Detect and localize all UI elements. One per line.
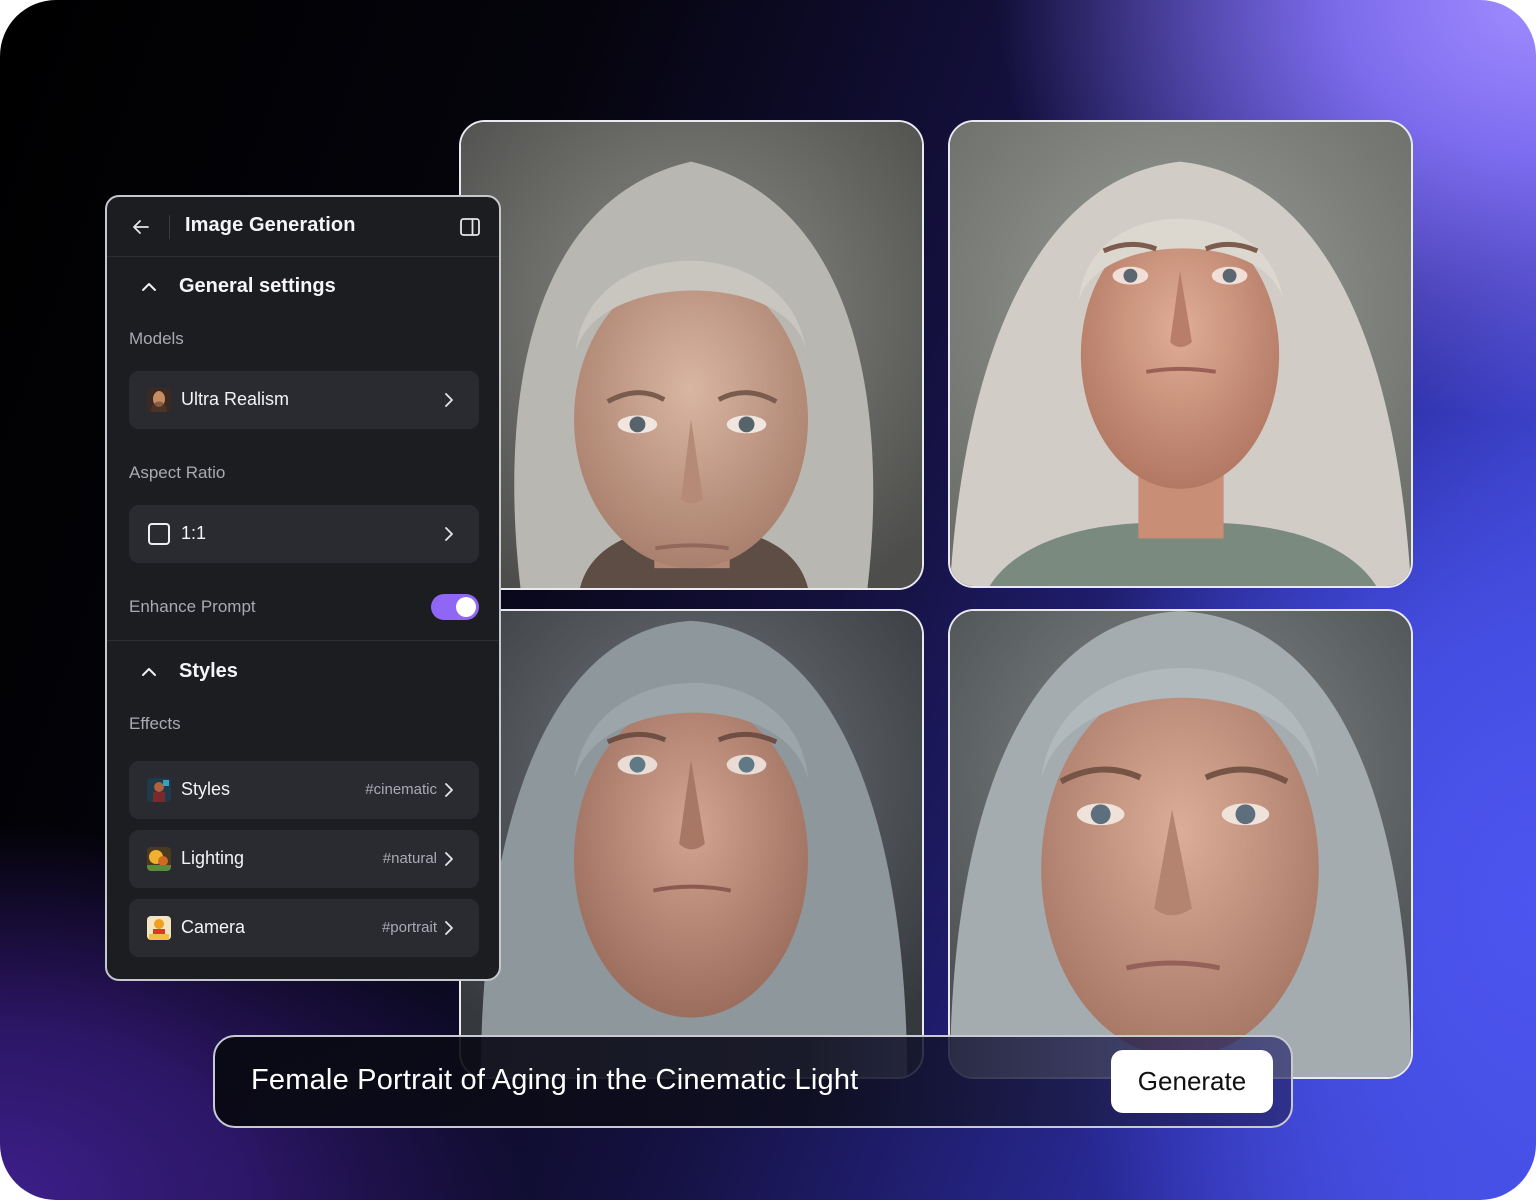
prompt-bar[interactable]: Female Portrait of Aging in the Cinemati… xyxy=(213,1035,1293,1128)
effects-label: Effects xyxy=(129,714,181,733)
models-label: Models xyxy=(129,329,184,348)
chevron-up-icon xyxy=(139,662,159,682)
enhance-prompt-label: Enhance Prompt xyxy=(129,597,256,616)
generated-image-1[interactable] xyxy=(459,120,924,590)
lighting-effect-row[interactable]: Lighting #natural xyxy=(129,830,479,888)
generated-image-3[interactable] xyxy=(459,609,924,1079)
panel-title: Image Generation xyxy=(185,214,356,236)
camera-thumb-icon xyxy=(147,916,171,940)
image-generation-panel: Image Generation General settings Models… xyxy=(105,195,501,981)
panel-header: Image Generation xyxy=(107,197,499,257)
app-canvas: Image Generation General settings Models… xyxy=(0,0,1536,1200)
back-arrow-icon[interactable] xyxy=(129,215,153,239)
chevron-right-icon xyxy=(439,849,459,869)
camera-effect-label: Camera xyxy=(181,917,246,937)
styles-section-toggle[interactable]: Styles xyxy=(139,657,439,687)
aspect-ratio-label: Aspect Ratio xyxy=(129,463,226,482)
chevron-right-icon xyxy=(439,390,459,410)
camera-effect-tag: #portrait xyxy=(381,919,437,936)
sidebar-toggle-icon[interactable] xyxy=(459,216,481,238)
general-settings-toggle[interactable]: General settings xyxy=(139,272,439,302)
enhance-prompt-toggle[interactable] xyxy=(431,594,479,620)
styles-effect-label: Styles xyxy=(181,779,231,799)
model-value: Ultra Realism xyxy=(181,389,290,409)
header-divider xyxy=(169,215,170,239)
general-settings-label: General settings xyxy=(179,275,336,297)
aspect-ratio-value: 1:1 xyxy=(181,523,207,543)
generated-image-2[interactable] xyxy=(948,120,1413,588)
toggle-knob xyxy=(456,597,476,617)
styles-thumb-icon xyxy=(147,778,171,802)
lighting-thumb-icon xyxy=(147,847,171,871)
chevron-right-icon xyxy=(439,780,459,800)
lighting-effect-tag: #natural xyxy=(382,850,437,867)
generate-button[interactable]: Generate xyxy=(1111,1050,1273,1113)
square-aspect-icon xyxy=(147,522,171,546)
camera-effect-row[interactable]: Camera #portrait xyxy=(129,899,479,957)
chevron-right-icon xyxy=(439,918,459,938)
generated-image-4[interactable] xyxy=(948,609,1413,1079)
model-selector[interactable]: Ultra Realism xyxy=(129,371,479,429)
chevron-up-icon xyxy=(139,277,159,297)
chevron-right-icon xyxy=(439,524,459,544)
styles-effect-row[interactable]: Styles #cinematic xyxy=(129,761,479,819)
model-thumb-icon xyxy=(147,388,171,412)
section-divider xyxy=(107,640,499,641)
styles-section-label: Styles xyxy=(179,660,238,682)
aspect-ratio-selector[interactable]: 1:1 xyxy=(129,505,479,563)
lighting-effect-label: Lighting xyxy=(181,848,245,868)
prompt-input-text[interactable]: Female Portrait of Aging in the Cinemati… xyxy=(251,1064,858,1097)
styles-effect-tag: #cinematic xyxy=(365,781,437,798)
